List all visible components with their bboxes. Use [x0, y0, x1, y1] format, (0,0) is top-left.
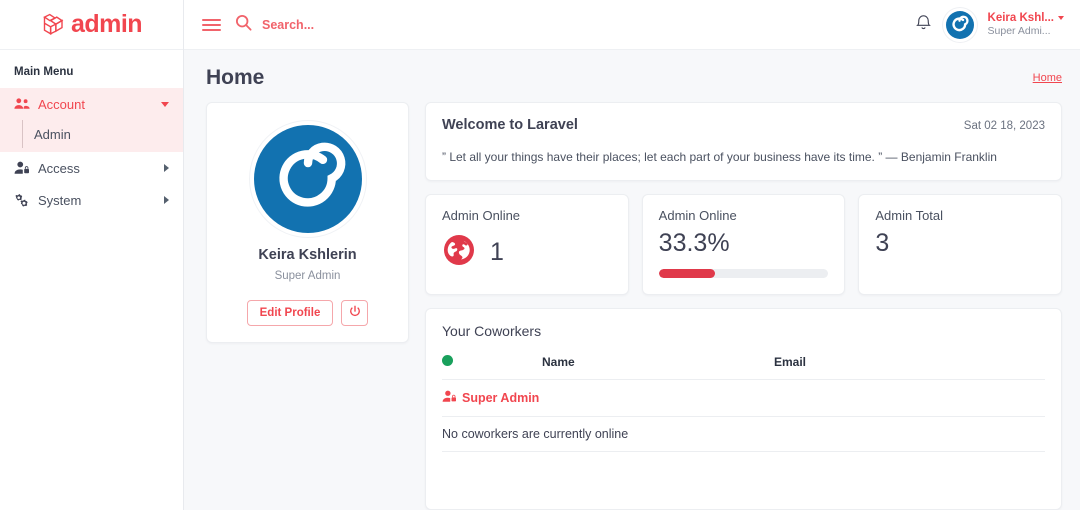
main-area: Search... Keira Kshl... Super Admi... Ho… [184, 0, 1080, 510]
table-header-row: Name Email [442, 349, 1045, 380]
online-dot-icon [442, 355, 453, 366]
user-name-text: Keira Kshl... [987, 11, 1054, 24]
profile-actions: Edit Profile [221, 300, 394, 326]
coworkers-card: Your Coworkers Name Email Super Admin No… [425, 308, 1062, 510]
welcome-date: Sat 02 18, 2023 [963, 120, 1045, 132]
stat-label: Admin Online [658, 208, 737, 223]
empty-message: No coworkers are currently online [442, 416, 1045, 452]
profile-avatar [253, 125, 362, 233]
coworkers-table: Name Email Super Admin No coworkers are … [442, 349, 1045, 452]
stat-label: Admin Online [442, 208, 521, 223]
stat-card-admin-total: Admin Total 3 [858, 194, 1063, 295]
app-root: admin Main Menu Account Admin Access Sys… [0, 0, 1080, 510]
sidebar-submenu-account: Admin [0, 120, 183, 152]
page-header: Home Home [184, 50, 1080, 98]
coworker-name: Super Admin [462, 391, 540, 405]
logout-button[interactable] [341, 300, 369, 326]
sidebar-item-label: Access [38, 160, 80, 176]
profile-name: Keira Kshlerin [258, 247, 357, 263]
brand-text: admin [70, 10, 143, 38]
user-name: Keira Kshl... [988, 11, 1064, 25]
chevron-right-icon [164, 164, 169, 172]
search-icon[interactable] [235, 14, 252, 36]
welcome-title: Welcome to Laravel [442, 117, 578, 133]
dashboard-column: Welcome to Laravel Sat 02 18, 2023 ” Let… [425, 102, 1063, 510]
stat-value: 3 [875, 229, 890, 257]
profile-column: Keira Kshlerin Super Admin Edit Profile [206, 102, 409, 510]
avatar[interactable] [945, 10, 974, 39]
table-empty-row: No coworkers are currently online [442, 416, 1045, 452]
cogs-icon [14, 192, 30, 208]
chevron-right-icon [164, 196, 169, 204]
user-shield-icon [442, 390, 457, 406]
breadcrumb[interactable]: Home [1033, 72, 1062, 84]
content-area: Keira Kshlerin Super Admin Edit Profile [184, 98, 1080, 510]
sidebar-subitem-label: Admin [34, 126, 71, 142]
sidebar-item-label: System [38, 192, 82, 208]
search-input[interactable]: Search... [235, 14, 903, 36]
caret-down-icon [1058, 15, 1064, 20]
coworker-name-cell: Super Admin [442, 379, 1045, 417]
search-placeholder: Search... [262, 17, 315, 32]
sidebar-item-system[interactable]: System [0, 184, 183, 216]
progress-bar-fill [658, 269, 716, 278]
laravel-logo-icon [41, 11, 69, 39]
sidebar: admin Main Menu Account Admin Access Sys… [0, 0, 184, 510]
stat-label: Admin Total [875, 208, 944, 223]
users-icon [14, 96, 30, 112]
stat-value: 33.3% [658, 229, 730, 257]
bell-icon[interactable] [915, 13, 932, 36]
table-row: Super Admin [442, 379, 1045, 417]
sidebar-item-account[interactable]: Account [0, 88, 183, 120]
chevron-down-icon [161, 101, 169, 107]
globe-icon [442, 233, 476, 272]
coworkers-title: Your Coworkers [442, 323, 542, 339]
user-role: Super Admi... [987, 25, 1051, 38]
user-shield-icon [14, 160, 30, 176]
sidebar-item-access[interactable]: Access [0, 152, 183, 184]
online-status-header [442, 349, 542, 380]
stat-card-admin-online-percent: Admin Online 33.3% [641, 194, 846, 295]
sidebar-menu-title: Main Menu [14, 66, 74, 78]
progress-bar [658, 269, 829, 278]
topbar: Search... Keira Kshl... Super Admi... [184, 0, 1080, 50]
hamburger-icon[interactable] [200, 17, 223, 33]
name-header: Name [542, 349, 774, 380]
topbar-right: Keira Kshl... Super Admi... [915, 10, 1064, 39]
brand-logo[interactable]: admin [0, 0, 183, 50]
profile-card: Keira Kshlerin Super Admin Edit Profile [206, 102, 409, 343]
stat-value: 1 [490, 238, 504, 266]
stat-card-admin-online-count: Admin Online 1 [425, 194, 629, 295]
email-header: Email [774, 349, 1045, 380]
edit-profile-button[interactable]: Edit Profile [246, 300, 334, 326]
profile-role: Super Admin [274, 270, 341, 282]
coworker-link[interactable]: Super Admin [442, 390, 1045, 406]
sidebar-item-label: Account [38, 96, 85, 112]
power-icon [349, 305, 361, 321]
stats-row: Admin Online 1 Admin Online 33.3% Admin … [425, 194, 1063, 295]
user-menu[interactable]: Keira Kshl... Super Admi... [988, 11, 1064, 39]
welcome-card: Welcome to Laravel Sat 02 18, 2023 ” Let… [425, 102, 1062, 181]
page-title: Home [206, 66, 265, 89]
welcome-quote: ” Let all your things have their places;… [442, 150, 997, 164]
sidebar-subitem-admin[interactable]: Admin [0, 120, 183, 148]
